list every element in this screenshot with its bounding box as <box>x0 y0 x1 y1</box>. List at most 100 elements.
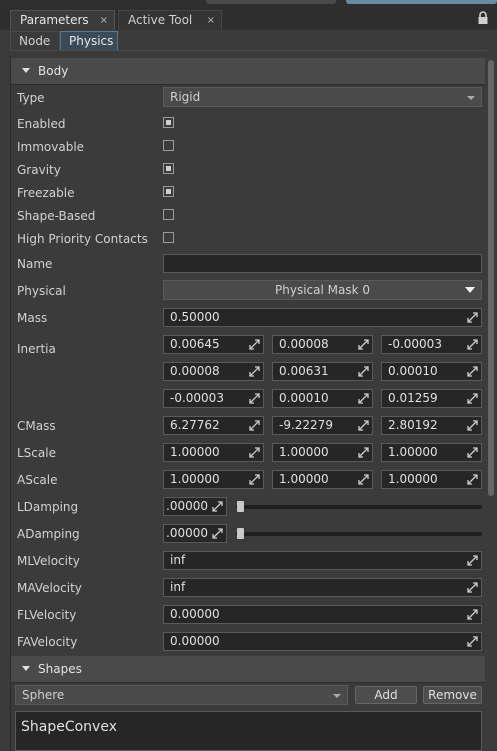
inertia-row-2-value-1: 0.00008 <box>170 364 220 378</box>
name-input[interactable] <box>163 254 482 273</box>
inertia-row-1-input-3[interactable]: -0.00003 <box>381 335 482 354</box>
ascale-label: AScale <box>17 473 58 487</box>
tab-parameters-close-icon[interactable]: × <box>100 11 108 30</box>
inertia-row-1-value-3: -0.00003 <box>388 337 442 351</box>
expand-arrows-icon[interactable] <box>467 339 478 350</box>
high-priority-contacts-checkbox[interactable] <box>163 232 174 243</box>
shape-list-item[interactable]: ShapeConvex <box>21 719 117 735</box>
chevron-down-icon <box>333 694 341 698</box>
inertia-row-2-input-2[interactable]: 0.00631 <box>272 362 373 381</box>
expand-arrows-icon[interactable] <box>467 636 478 647</box>
ldamping-slider-track[interactable] <box>236 505 482 509</box>
shape-based-label: Shape-Based <box>17 209 96 223</box>
ldamping-value: .00000 <box>166 499 208 513</box>
ldamping-slider-handle[interactable] <box>237 501 244 512</box>
remove-shape-button[interactable]: Remove <box>423 686 482 704</box>
expand-arrows-icon[interactable] <box>467 312 478 323</box>
expand-arrows-icon[interactable] <box>467 393 478 404</box>
expand-arrows-icon[interactable] <box>358 339 369 350</box>
scrollbar-thumb[interactable] <box>488 60 494 496</box>
freezable-checkbox[interactable] <box>163 186 174 197</box>
ascale-input-1[interactable]: 1.00000 <box>163 470 264 489</box>
cmass-label: CMass <box>17 419 56 433</box>
flvelocity-input[interactable]: 0.00000 <box>163 605 482 624</box>
expand-arrows-icon[interactable] <box>467 555 478 566</box>
expand-arrows-icon[interactable] <box>467 366 478 377</box>
expand-arrows-icon[interactable] <box>249 366 260 377</box>
body-section-title: Body <box>38 64 69 78</box>
ldamping-input[interactable]: .00000 <box>163 497 227 516</box>
chevron-down-icon <box>465 287 475 293</box>
expand-arrows-icon[interactable] <box>212 528 223 539</box>
mlvelocity-value: inf <box>170 553 186 567</box>
physical-mask-dropdown[interactable]: Physical Mask 0 <box>163 280 482 300</box>
favelocity-input[interactable]: 0.00000 <box>163 632 482 651</box>
type-select[interactable]: Rigid <box>163 87 482 107</box>
expand-arrows-icon[interactable] <box>249 339 260 350</box>
name-label: Name <box>17 257 53 271</box>
expand-arrows-icon[interactable] <box>249 474 260 485</box>
expand-arrows-icon[interactable] <box>467 420 478 431</box>
subtab-physics[interactable]: Physics <box>60 31 118 51</box>
lscale-value-2: 1.00000 <box>279 445 329 459</box>
lock-icon[interactable] <box>476 11 490 25</box>
mlvelocity-label: MLVelocity <box>17 554 80 568</box>
expand-arrows-icon[interactable] <box>467 609 478 620</box>
shape-based-checkbox[interactable] <box>163 209 174 220</box>
tab-parameters-label: Parameters <box>20 13 89 27</box>
expand-arrows-icon[interactable] <box>358 393 369 404</box>
expand-arrows-icon[interactable] <box>358 366 369 377</box>
mavelocity-input[interactable]: inf <box>163 578 482 597</box>
body-section-header[interactable]: Body <box>11 58 485 85</box>
inertia-row-3-input-1[interactable]: -0.00003 <box>163 389 264 408</box>
adamping-input[interactable]: .00000 <box>163 524 227 543</box>
immovable-checkbox[interactable] <box>163 140 174 151</box>
mass-input[interactable]: 0.50000 <box>163 308 482 327</box>
inertia-row-2-input-3[interactable]: 0.00010 <box>381 362 482 381</box>
expand-arrows-icon[interactable] <box>467 582 478 593</box>
expand-arrows-icon[interactable] <box>212 501 223 512</box>
mlvelocity-input[interactable]: inf <box>163 551 482 570</box>
cmass-input-1[interactable]: 6.27762 <box>163 416 264 435</box>
expand-arrows-icon[interactable] <box>249 447 260 458</box>
adamping-slider-handle[interactable] <box>237 528 244 539</box>
enabled-checkbox[interactable] <box>163 117 174 128</box>
expand-arrows-icon[interactable] <box>249 393 260 404</box>
expand-arrows-icon[interactable] <box>358 474 369 485</box>
subtab-divider <box>10 50 487 51</box>
shapes-list[interactable]: ShapeConvex <box>15 711 482 751</box>
physical-mask-value: Physical Mask 0 <box>275 283 370 297</box>
ascale-input-3[interactable]: 1.00000 <box>381 470 482 489</box>
mavelocity-value: inf <box>170 580 186 594</box>
top-strip <box>0 0 497 8</box>
tab-parameters[interactable]: Parameters × <box>10 10 115 30</box>
inertia-row-1-input-2[interactable]: 0.00008 <box>272 335 373 354</box>
inertia-row-3-input-3[interactable]: 0.01259 <box>381 389 482 408</box>
expand-arrows-icon[interactable] <box>467 474 478 485</box>
chevron-down-icon <box>467 96 475 100</box>
expand-arrows-icon[interactable] <box>249 420 260 431</box>
tab-active-tool-close-icon[interactable]: × <box>207 11 215 30</box>
cmass-input-3[interactable]: 2.80192 <box>381 416 482 435</box>
inertia-row-3-input-2[interactable]: 0.00010 <box>272 389 373 408</box>
inertia-row-1-input-1[interactable]: 0.00645 <box>163 335 264 354</box>
inertia-row-1-value-1: 0.00645 <box>170 337 220 351</box>
inertia-row-2-input-1[interactable]: 0.00008 <box>163 362 264 381</box>
expand-arrows-icon[interactable] <box>358 420 369 431</box>
inertia-row-3-value-3: 0.01259 <box>388 391 438 405</box>
shape-type-select[interactable]: Sphere <box>15 685 348 705</box>
cmass-input-2[interactable]: -9.22279 <box>272 416 373 435</box>
ascale-input-2[interactable]: 1.00000 <box>272 470 373 489</box>
expand-arrows-icon[interactable] <box>358 447 369 458</box>
add-shape-button[interactable]: Add <box>355 686 417 704</box>
subtab-node[interactable]: Node <box>10 31 60 51</box>
adamping-slider-track[interactable] <box>236 532 482 536</box>
shapes-section-header[interactable]: Shapes <box>11 656 485 683</box>
lscale-input-1[interactable]: 1.00000 <box>163 443 264 462</box>
gravity-checkbox[interactable] <box>163 163 174 174</box>
lscale-input-2[interactable]: 1.00000 <box>272 443 373 462</box>
tab-active-tool[interactable]: Active Tool × <box>118 10 222 30</box>
expand-arrows-icon[interactable] <box>467 447 478 458</box>
toolbar-fragment <box>206 0 336 4</box>
lscale-input-3[interactable]: 1.00000 <box>381 443 482 462</box>
